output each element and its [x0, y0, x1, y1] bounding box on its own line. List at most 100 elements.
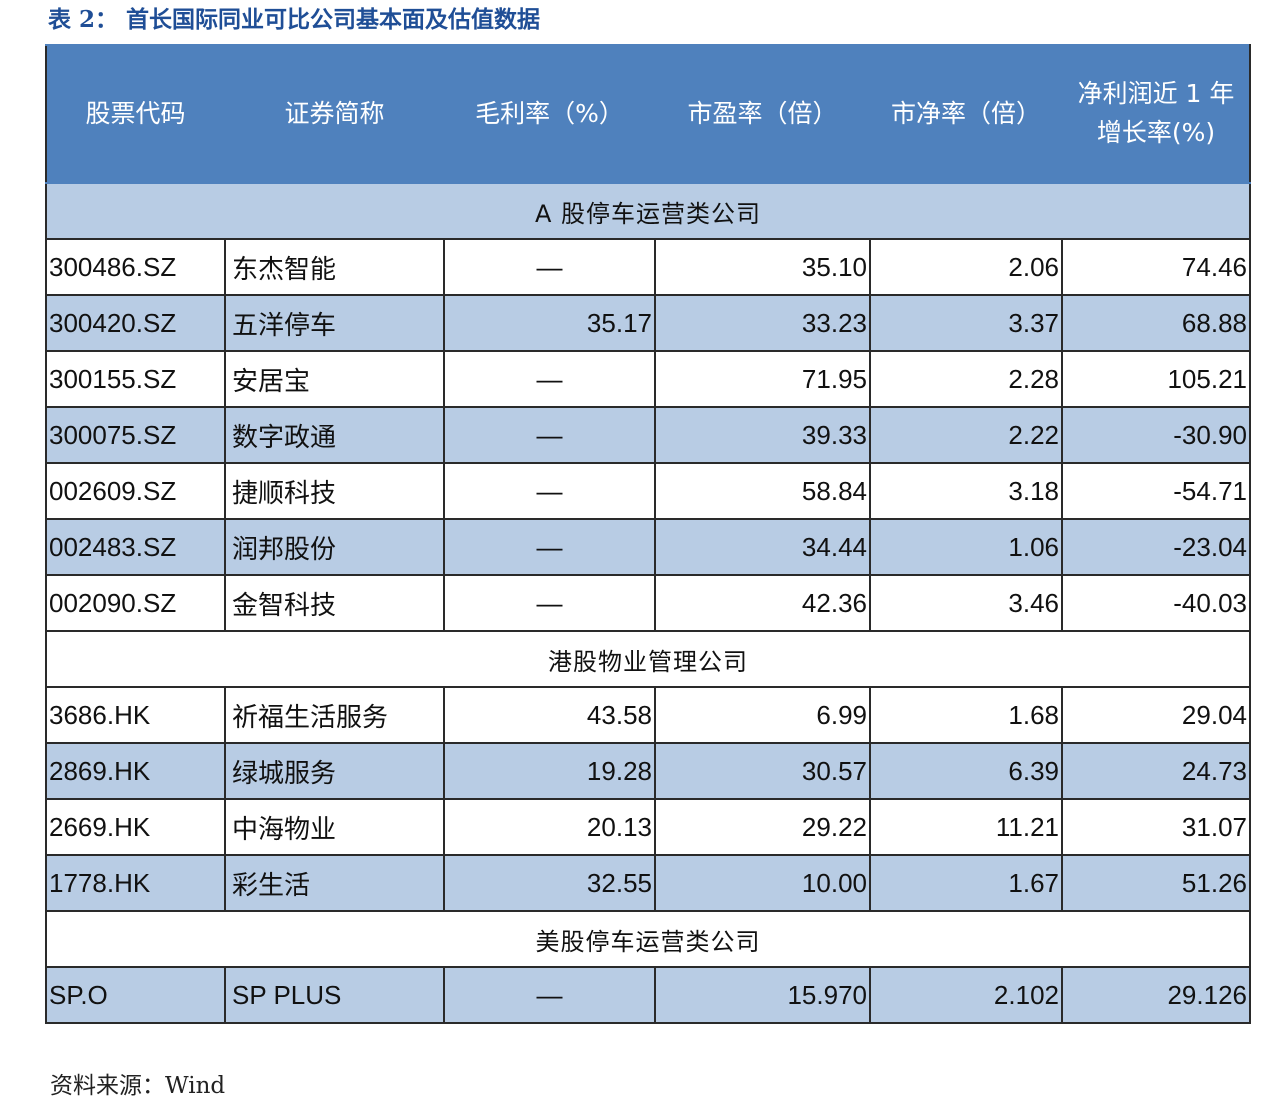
header-security-name: 证券简称 [224, 44, 445, 184]
cell-gross-margin: 20.13 [443, 798, 656, 856]
cell-security-name: 安居宝 [224, 350, 445, 408]
cell-pb-ratio: 6.39 [869, 742, 1063, 800]
cell-pe-ratio: 34.44 [654, 518, 871, 576]
cell-profit-growth: -40.03 [1061, 574, 1251, 632]
table-body: A 股停车运营类公司 300486.SZ 东杰智能 —35.10 2.06 74.46 30… [45, 182, 1251, 1024]
section-row: 美股停车运营类公司 [45, 910, 1251, 968]
cell-stock-code: 300155.SZ [45, 350, 226, 408]
cell-security-name: 捷顺科技 [224, 462, 445, 520]
cell-stock-code: 2869.HK [45, 742, 226, 800]
comparable-companies-table: 股票代码 证券简称 毛利率（%） 市盈率（倍） 市净率（倍） 净利润近 1 年 … [45, 44, 1251, 1024]
cell-gross-margin: — [443, 518, 656, 576]
section-title: 港股物业管理公司 [45, 630, 1251, 688]
table-row: 300420.SZ 五洋停车 35.17 33.23 3.37 68.88 [45, 294, 1251, 352]
cell-gross-margin: — [443, 238, 656, 296]
cell-security-name: SP PLUS [224, 966, 445, 1024]
cell-security-name: 金智科技 [224, 574, 445, 632]
cell-pb-ratio: 1.68 [869, 686, 1063, 744]
cell-profit-growth: 29.126 [1061, 966, 1251, 1024]
cell-profit-growth: -30.90 [1061, 406, 1251, 464]
header-gross-margin: 毛利率（%） [443, 44, 656, 184]
cell-security-name: 数字政通 [224, 406, 445, 464]
header-profit-growth-line2: 增长率(%) [1096, 118, 1216, 147]
section-row: A 股停车运营类公司 [45, 182, 1251, 240]
cell-stock-code: 3686.HK [45, 686, 226, 744]
cell-gross-margin: — [443, 574, 656, 632]
cell-pe-ratio: 39.33 [654, 406, 871, 464]
table-row: SP.O SP PLUS —15.970 2.102 29.126 [45, 966, 1251, 1024]
cell-pb-ratio: 1.67 [869, 854, 1063, 912]
table-row: 002483.SZ 润邦股份 —34.44 1.06 -23.04 [45, 518, 1251, 576]
table-row: 1778.HK 彩生活 32.55 10.00 1.67 51.26 [45, 854, 1251, 912]
cell-pe-ratio: 29.22 [654, 798, 871, 856]
cell-security-name: 绿城服务 [224, 742, 445, 800]
cell-gross-margin: 35.17 [443, 294, 656, 352]
cell-gross-margin: 19.28 [443, 742, 656, 800]
cell-profit-growth: -23.04 [1061, 518, 1251, 576]
cell-security-name: 中海物业 [224, 798, 445, 856]
table-row: 300075.SZ 数字政通 —39.33 2.22 -30.90 [45, 406, 1251, 464]
cell-security-name: 五洋停车 [224, 294, 445, 352]
table-header-row: 股票代码 证券简称 毛利率（%） 市盈率（倍） 市净率（倍） 净利润近 1 年 … [45, 44, 1251, 184]
cell-pb-ratio: 3.37 [869, 294, 1063, 352]
cell-pe-ratio: 71.95 [654, 350, 871, 408]
cell-pe-ratio: 33.23 [654, 294, 871, 352]
table-row: 2869.HK 绿城服务 19.28 30.57 6.39 24.73 [45, 742, 1251, 800]
cell-pb-ratio: 1.06 [869, 518, 1063, 576]
table-row: 002090.SZ 金智科技 —42.36 3.46 -40.03 [45, 574, 1251, 632]
cell-gross-margin: — [443, 462, 656, 520]
table-row: 300155.SZ 安居宝 —71.95 2.28 105.21 [45, 350, 1251, 408]
cell-pb-ratio: 2.28 [869, 350, 1063, 408]
cell-stock-code: 1778.HK [45, 854, 226, 912]
cell-security-name: 润邦股份 [224, 518, 445, 576]
table-caption: 表 2： 首长国际同业可比公司基本面及估值数据 [48, 6, 541, 33]
cell-security-name: 彩生活 [224, 854, 445, 912]
cell-pe-ratio: 35.10 [654, 238, 871, 296]
cell-gross-margin: — [443, 966, 656, 1024]
cell-pb-ratio: 2.06 [869, 238, 1063, 296]
section-row: 港股物业管理公司 [45, 630, 1251, 688]
cell-profit-growth: 68.88 [1061, 294, 1251, 352]
section-title: 美股停车运营类公司 [45, 910, 1251, 968]
cell-security-name: 东杰智能 [224, 238, 445, 296]
cell-profit-growth: 24.73 [1061, 742, 1251, 800]
cell-pb-ratio: 11.21 [869, 798, 1063, 856]
cell-stock-code: 300420.SZ [45, 294, 226, 352]
cell-pe-ratio: 58.84 [654, 462, 871, 520]
cell-pe-ratio: 30.57 [654, 742, 871, 800]
cell-profit-growth: 51.26 [1061, 854, 1251, 912]
cell-profit-growth: 29.04 [1061, 686, 1251, 744]
cell-stock-code: 002090.SZ [45, 574, 226, 632]
header-profit-growth: 净利润近 1 年 增长率(%) [1061, 44, 1251, 184]
table-row: 300486.SZ 东杰智能 —35.10 2.06 74.46 [45, 238, 1251, 296]
cell-pb-ratio: 2.22 [869, 406, 1063, 464]
cell-profit-growth: 74.46 [1061, 238, 1251, 296]
cell-profit-growth: 31.07 [1061, 798, 1251, 856]
header-stock-code: 股票代码 [45, 44, 226, 184]
source-note: 资料来源：Wind [50, 1073, 226, 1099]
cell-stock-code: SP.O [45, 966, 226, 1024]
cell-pb-ratio: 2.102 [869, 966, 1063, 1024]
header-pe-ratio: 市盈率（倍） [654, 44, 871, 184]
header-profit-growth-line1: 净利润近 1 年 [1077, 79, 1235, 109]
cell-profit-growth: -54.71 [1061, 462, 1251, 520]
cell-gross-margin: — [443, 406, 656, 464]
cell-pe-ratio: 10.00 [654, 854, 871, 912]
table-row: 3686.HK 祈福生活服务 43.58 6.99 1.68 29.04 [45, 686, 1251, 744]
header-pb-ratio: 市净率（倍） [869, 44, 1063, 184]
cell-pb-ratio: 3.18 [869, 462, 1063, 520]
cell-stock-code: 002609.SZ [45, 462, 226, 520]
table-row: 002609.SZ 捷顺科技 —58.84 3.18 -54.71 [45, 462, 1251, 520]
cell-gross-margin: 43.58 [443, 686, 656, 744]
cell-stock-code: 300486.SZ [45, 238, 226, 296]
table-row: 2669.HK 中海物业 20.13 29.22 11.21 31.07 [45, 798, 1251, 856]
cell-stock-code: 300075.SZ [45, 406, 226, 464]
cell-pb-ratio: 3.46 [869, 574, 1063, 632]
cell-profit-growth: 105.21 [1061, 350, 1251, 408]
cell-stock-code: 2669.HK [45, 798, 226, 856]
cell-gross-margin: — [443, 350, 656, 408]
cell-stock-code: 002483.SZ [45, 518, 226, 576]
cell-pe-ratio: 6.99 [654, 686, 871, 744]
cell-pe-ratio: 15.970 [654, 966, 871, 1024]
cell-gross-margin: 32.55 [443, 854, 656, 912]
